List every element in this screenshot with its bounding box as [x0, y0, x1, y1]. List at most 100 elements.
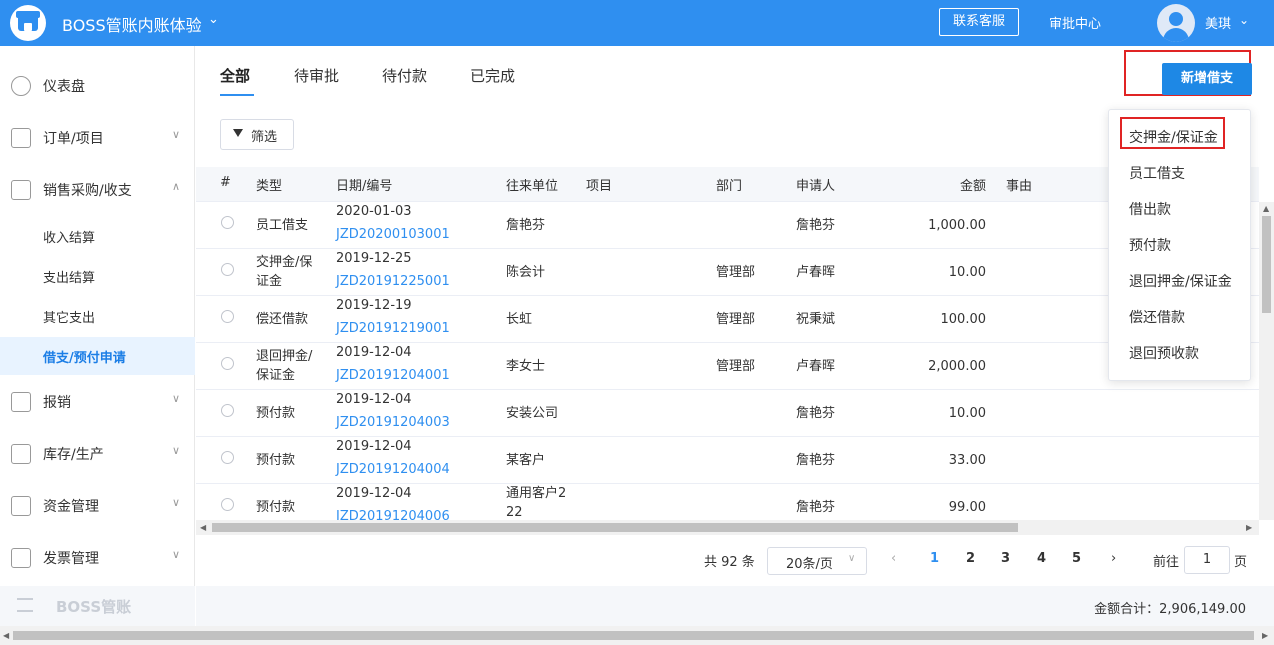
col-partner: 往来单位	[506, 179, 559, 194]
folder-icon	[11, 128, 31, 148]
cell-doc-link[interactable]: JZD20191204004	[336, 460, 450, 479]
page-horizontal-scrollbar[interactable]: ◀ ▶	[0, 626, 1274, 645]
scrollbar-thumb[interactable]	[13, 631, 1254, 640]
sidebar-item-orders[interactable]: 订单/项目 ∨	[0, 123, 195, 153]
sidebar-item-sales-purchase[interactable]: 销售采购/收支 ∧	[0, 175, 195, 205]
scroll-left-icon[interactable]: ◀	[200, 523, 206, 532]
page-1[interactable]: 1	[930, 551, 939, 566]
chevron-down-icon[interactable]: ⌄	[208, 12, 219, 27]
table-vertical-scrollbar[interactable]: ▲	[1259, 202, 1274, 520]
scroll-left-icon[interactable]: ◀	[3, 631, 9, 640]
sidebar-item-invoices[interactable]: 发票管理 ∨	[0, 543, 195, 573]
user-menu-chevron-icon[interactable]: ⌄	[1239, 13, 1249, 27]
cell-type: 员工借支	[256, 216, 308, 235]
cell-partner: 詹艳芬	[506, 216, 545, 235]
sidebar-item-label: 销售采购/收支	[43, 183, 132, 199]
table-horizontal-scrollbar[interactable]: ◀ ▶	[196, 520, 1259, 535]
cell-amount: 2,000.00	[928, 359, 986, 374]
row-radio[interactable]	[221, 216, 234, 229]
filter-button[interactable]: 筛选	[220, 119, 294, 150]
page-4[interactable]: 4	[1037, 551, 1046, 566]
next-page-button[interactable]: ›	[1111, 551, 1116, 566]
tab-completed[interactable]: 已完成	[470, 65, 515, 86]
dropdown-item-return-advance[interactable]: 退回预收款	[1129, 343, 1199, 363]
sidebar-subitem-expense[interactable]: 支出结算	[0, 257, 195, 295]
sidebar-subitem-loan-prepay[interactable]: 借支/预付申请	[0, 337, 195, 375]
cell-type: 预付款	[256, 451, 295, 470]
page-2[interactable]: 2	[966, 551, 975, 566]
dropdown-item-return-deposit[interactable]: 退回押金/保证金	[1129, 271, 1232, 291]
new-loan-button[interactable]: 新增借支	[1162, 63, 1252, 95]
chevron-up-icon: ∧	[172, 180, 181, 193]
row-radio[interactable]	[221, 263, 234, 276]
cell-type: 偿还借款	[256, 310, 308, 329]
wallet-icon	[11, 496, 31, 516]
cell-amount: 1,000.00	[928, 218, 986, 233]
table-row[interactable]: 员工借支 2020-01-03 JZD20200103001 詹艳芬 詹艳芬 1,000.…	[196, 202, 1259, 249]
sidebar-item-dashboard[interactable]: 仪表盘	[0, 71, 195, 101]
row-radio[interactable]	[221, 404, 234, 417]
dashboard-icon	[11, 76, 31, 96]
sidebar-subitem-income[interactable]: 收入结算	[0, 217, 195, 255]
scroll-right-icon[interactable]: ▶	[1246, 523, 1252, 532]
scrollbar-thumb[interactable]	[1262, 216, 1271, 313]
dropdown-item-repay-loan[interactable]: 偿还借款	[1129, 307, 1185, 327]
sidebar-item-label: 其它支出	[43, 311, 96, 326]
scroll-up-icon[interactable]: ▲	[1263, 204, 1269, 213]
row-radio[interactable]	[221, 310, 234, 323]
table-row[interactable]: 退回押金/保证金 2019-12-04 JZD20191204001 李女士 管理部 卢春…	[196, 343, 1259, 390]
table-row[interactable]: 预付款 2019-12-04 JZD20191204003 安装公司 詹艳芬 10.00	[196, 390, 1259, 437]
row-radio[interactable]	[221, 451, 234, 464]
page-3[interactable]: 3	[1001, 551, 1010, 566]
sidebar-item-label: 库存/生产	[43, 447, 104, 463]
app-logo-icon[interactable]	[10, 5, 46, 41]
row-radio[interactable]	[221, 498, 234, 511]
cell-doc-link[interactable]: JZD20191204003	[336, 413, 450, 432]
dropdown-item-prepayment[interactable]: 预付款	[1129, 235, 1171, 255]
scrollbar-thumb[interactable]	[212, 523, 1018, 532]
cell-doc-link[interactable]: JZD20191225001	[336, 272, 450, 291]
row-radio[interactable]	[221, 357, 234, 370]
cell-applicant: 詹艳芬	[796, 500, 836, 515]
cell-date: 2019-12-19	[336, 298, 412, 313]
contact-service-button[interactable]: 联系客服	[939, 8, 1019, 36]
cell-applicant: 卢春晖	[796, 265, 836, 280]
tab-pending-approval[interactable]: 待审批	[294, 65, 339, 86]
cell-doc-link[interactable]: JZD20191219001	[336, 319, 450, 338]
username[interactable]: 美琪	[1205, 13, 1231, 32]
col-applicant: 申请人	[796, 179, 836, 194]
cell-partner-line1: 安装公司	[506, 406, 559, 421]
sidebar-item-label: 支出结算	[43, 271, 96, 286]
sidebar-item-label: 借支/预付申请	[43, 351, 126, 366]
cell-doc-link[interactable]: JZD20191204001	[336, 366, 450, 385]
user-avatar[interactable]	[1157, 4, 1195, 42]
col-date-no: 日期/编号	[336, 179, 393, 194]
table-row[interactable]: 交押金/保 证金 2019-12-25 JZD20191225001 陈会计 管理部 卢春晖…	[196, 249, 1259, 296]
dropdown-item-employee-loan[interactable]: 员工借支	[1129, 163, 1185, 183]
col-project: 项目	[586, 179, 613, 194]
prev-page-button[interactable]: ‹	[891, 551, 896, 566]
sidebar-item-funds[interactable]: 资金管理 ∨	[0, 491, 195, 521]
table-row[interactable]: 偿还借款 2019-12-19 JZD20191219001 长虹 管理部 祝秉斌 100.…	[196, 296, 1259, 343]
page-size-select[interactable]: 20条/页 ∨	[767, 547, 867, 575]
menu-collapse-icon[interactable]	[17, 598, 33, 612]
goto-label: 前往	[1153, 555, 1180, 570]
tab-all[interactable]: 全部	[220, 65, 250, 86]
page-5[interactable]: 5	[1072, 551, 1081, 566]
cell-partner-line1: 陈会计	[506, 265, 546, 280]
cell-doc-link[interactable]: JZD20200103001	[336, 225, 450, 244]
tab-pending-payment[interactable]: 待付款	[382, 65, 427, 86]
sidebar-item-inventory[interactable]: 库存/生产 ∨	[0, 439, 195, 469]
dropdown-item-lend[interactable]: 借出款	[1129, 199, 1171, 219]
dropdown-item-deposit[interactable]: 交押金/保证金	[1129, 127, 1218, 147]
table-row[interactable]: 预付款 2019-12-04 JZD20191204004 某客户 詹艳芬 33.00	[196, 437, 1259, 484]
approval-center-link[interactable]: 审批中心	[1049, 13, 1101, 32]
sidebar-subitem-other-expense[interactable]: 其它支出	[0, 297, 195, 335]
sidebar-item-reimbursement[interactable]: 报销 ∨	[0, 387, 195, 417]
cell-date: 2019-12-04	[336, 486, 412, 501]
cell-type: 预付款	[256, 498, 295, 517]
goto-page-input[interactable]: 1	[1184, 546, 1230, 574]
app-title[interactable]: BOSS管账内账体验	[62, 12, 202, 36]
scroll-right-icon[interactable]: ▶	[1262, 631, 1268, 640]
yen-icon	[11, 392, 31, 412]
